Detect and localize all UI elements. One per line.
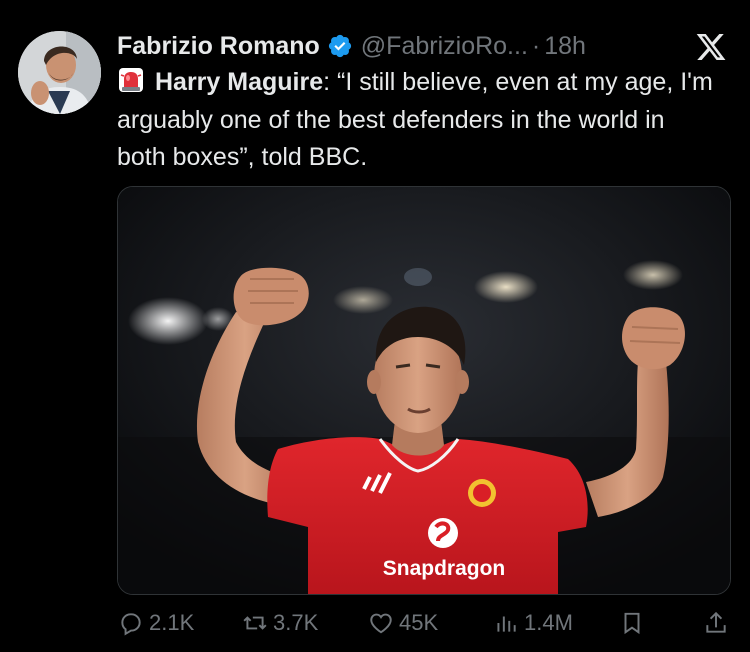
shirt-sponsor-text: Snapdragon (383, 557, 506, 580)
timestamp[interactable]: 18h (544, 32, 586, 61)
views-button[interactable]: 1.4M (493, 610, 573, 636)
tweet-media-photo[interactable]: Snapdragon (117, 186, 731, 595)
repost-button[interactable]: 3.7K (242, 610, 318, 636)
tweet-text: Harry Maguire: “I still believe, even at… (117, 64, 717, 177)
tweet-action-bar: 2.1K 3.7K 45K 1.4M (0, 610, 750, 650)
bookmark-button[interactable] (619, 610, 650, 636)
like-count: 45K (399, 610, 439, 635)
share-icon (706, 611, 726, 633)
profile-photo (18, 31, 101, 114)
reply-button[interactable]: 2.1K (118, 610, 194, 636)
analytics-icon (497, 616, 516, 632)
separator-dot: · (531, 31, 541, 60)
repost-count: 3.7K (273, 610, 319, 635)
x-logo-icon (694, 31, 728, 63)
tweet-header: Fabrizio Romano @FabrizioRo... · 18h (117, 30, 586, 62)
tweet-subject: Harry Maguire (155, 68, 324, 96)
reply-icon (121, 613, 141, 636)
reply-count: 2.1K (149, 610, 195, 635)
repost-icon (243, 616, 267, 630)
verified-badge-icon (327, 33, 353, 59)
avatar[interactable] (18, 31, 101, 114)
rotating-light-icon (117, 66, 145, 94)
like-button[interactable]: 45K (368, 610, 438, 636)
author-name[interactable]: Fabrizio Romano (117, 32, 320, 61)
player-celebration-image: Snapdragon (118, 187, 730, 594)
view-count: 1.4M (524, 610, 573, 635)
heart-icon (370, 613, 392, 634)
share-button[interactable] (703, 610, 734, 636)
bookmark-icon (624, 612, 640, 635)
author-handle[interactable]: @FabrizioRo... (361, 32, 528, 61)
